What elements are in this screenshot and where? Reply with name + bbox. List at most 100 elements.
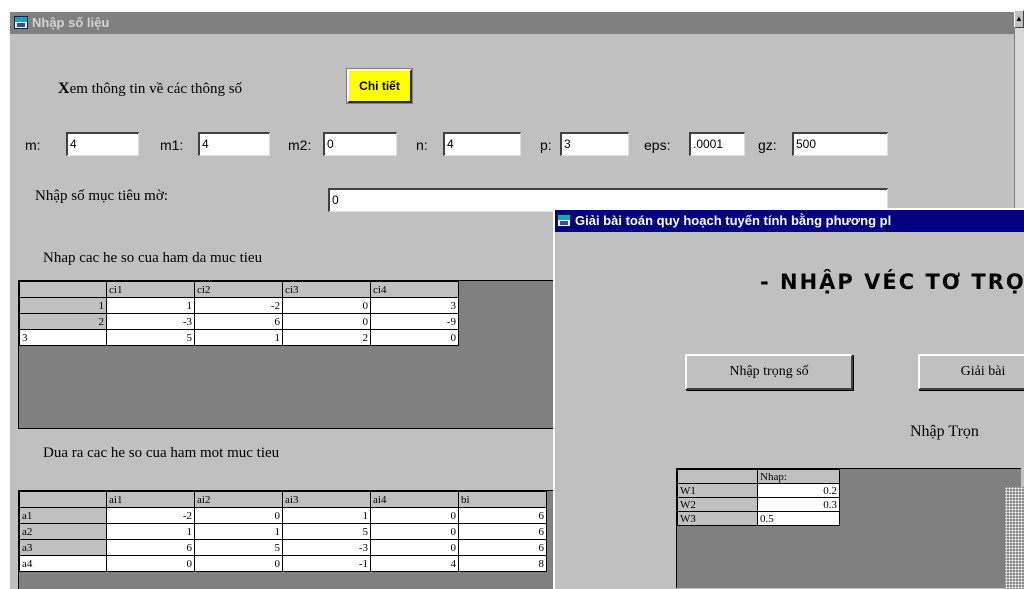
grid-row-header[interactable]: 1	[19, 297, 107, 314]
dialog-resize-grip[interactable]	[1005, 487, 1024, 589]
param-label-m1: m1:	[160, 137, 184, 153]
param-input-m2[interactable]: 0	[323, 132, 397, 156]
grid-cell[interactable]: 0	[370, 507, 459, 524]
grid-cell[interactable]: 0	[282, 313, 371, 330]
weights-table: Nhap: W1 0.2 W2 0.3 W3 0.5	[677, 469, 840, 526]
param-input-m[interactable]: 4	[66, 132, 139, 156]
table-row: a2 1 1 5 0 6	[19, 523, 547, 540]
grid-cell[interactable]: 5	[106, 329, 195, 346]
multi-objective-grid[interactable]: ci1 ci2 ci3 ci4 1 1 -2 0 3 2 -3 6 0 -9 3	[18, 280, 628, 429]
param-input-eps[interactable]: .0001	[689, 132, 745, 156]
grid-cell[interactable]: 1	[106, 297, 195, 314]
multi-objective-label: Nhap cac he so cua ham da muc tieu	[43, 250, 263, 266]
table-row: 2 -3 6 0 -9	[19, 313, 459, 330]
grid-cell[interactable]: 6	[194, 313, 283, 330]
grid-row-header[interactable]: 2	[19, 313, 107, 330]
grid-header-cell: Nhap:	[757, 469, 840, 484]
grid-header-cell: bi	[458, 491, 547, 508]
single-objective-label: Dua ra cac he so cua ham mot muc tieu	[43, 445, 280, 461]
single-objective-table: ai1 ai2 ai3 ai4 bi a1 -2 0 1 0 6 a2 1 1 …	[19, 491, 547, 572]
info-label-initial: X	[58, 80, 70, 97]
grid-cell[interactable]: -3	[282, 539, 371, 556]
table-header-row: ci1 ci2 ci3 ci4	[19, 281, 459, 298]
table-row: a1 -2 0 1 0 6	[19, 507, 547, 524]
grid-cell[interactable]: -1	[282, 555, 371, 572]
grid-cell[interactable]: 8	[458, 555, 547, 572]
grid-cell[interactable]: 5	[282, 523, 371, 540]
grid-header-cell: ai3	[282, 491, 371, 508]
grid-cell[interactable]: 1	[282, 507, 371, 524]
grid-cell[interactable]: 3	[370, 297, 459, 314]
info-label-rest: em thông tin về các thông số	[69, 81, 243, 97]
grid-cell[interactable]: 2	[282, 329, 371, 346]
grid-cell[interactable]: 0	[194, 507, 283, 524]
grid-header-cell: ai1	[106, 491, 195, 508]
table-row: W3 0.5	[677, 511, 840, 526]
table-row: a4 0 0 -1 4 8	[19, 555, 547, 572]
grid-cell[interactable]: 0.3	[757, 497, 840, 512]
grid-cell[interactable]: 0	[106, 555, 195, 572]
param-input-p[interactable]: 3	[560, 132, 629, 156]
param-label-p: p:	[540, 137, 552, 153]
grid-cell[interactable]: 0	[282, 297, 371, 314]
grid-header-cell	[19, 281, 107, 298]
weights-label: Nhập Trọn	[910, 423, 979, 440]
grid-cell[interactable]: 6	[458, 523, 547, 540]
param-label-eps: eps:	[644, 137, 671, 153]
grid-cell[interactable]: 1	[194, 329, 283, 346]
main-title-bar[interactable]: Nhập số liệu	[10, 12, 1014, 34]
grid-cell[interactable]: 0	[370, 523, 459, 540]
param-input-gz[interactable]: 500	[792, 132, 888, 156]
grid-cell[interactable]: 0.2	[757, 483, 840, 498]
single-objective-grid[interactable]: ai1 ai2 ai3 ai4 bi a1 -2 0 1 0 6 a2 1 1 …	[18, 490, 628, 589]
grid-row-header[interactable]: a3	[19, 539, 107, 556]
grid-cell[interactable]: 1	[194, 523, 283, 540]
grid-row-header[interactable]: 3	[19, 329, 107, 346]
grid-cell[interactable]: 5	[194, 539, 283, 556]
grid-cell[interactable]: 0	[370, 539, 459, 556]
table-row: a3 6 5 -3 0 6	[19, 539, 547, 556]
grid-header-cell: ci4	[370, 281, 459, 298]
scroll-up-arrow-icon[interactable]: ▲	[1014, 10, 1024, 28]
param-label-m: m:	[25, 137, 41, 153]
main-title-text: Nhập số liệu	[32, 15, 110, 30]
details-button[interactable]: Chi tiết	[347, 69, 412, 103]
grid-cell[interactable]: 6	[106, 539, 195, 556]
grid-cell[interactable]: -2	[106, 507, 195, 524]
param-label-n: n:	[416, 137, 428, 153]
weights-dialog: Giải bài toán quy hoạch tuyến tính bằng …	[553, 208, 1024, 589]
enter-weights-button[interactable]: Nhập trọng số	[685, 354, 853, 390]
grid-header-cell: ci3	[282, 281, 371, 298]
grid-row-header[interactable]: W3	[677, 511, 758, 526]
grid-row-header[interactable]: a4	[19, 555, 107, 572]
param-input-m1[interactable]: 4	[198, 132, 270, 156]
table-row: 3 5 1 2 0	[19, 329, 459, 346]
table-row: 1 1 -2 0 3	[19, 297, 459, 314]
dialog-title-text: Giải bài toán quy hoạch tuyến tính bằng …	[575, 213, 892, 228]
grid-cell[interactable]: 6	[458, 539, 547, 556]
grid-cell[interactable]: -3	[106, 313, 195, 330]
info-label: Xem thông tin về các thông số	[58, 80, 242, 98]
grid-row-header[interactable]: W1	[677, 483, 758, 498]
weights-grid[interactable]: Nhap: W1 0.2 W2 0.3 W3 0.5	[676, 468, 1021, 588]
multi-objective-table: ci1 ci2 ci3 ci4 1 1 -2 0 3 2 -3 6 0 -9 3	[19, 281, 459, 346]
grid-header-cell: ci2	[194, 281, 283, 298]
grid-cell[interactable]: 0.5	[757, 511, 840, 526]
grid-cell[interactable]: 0	[370, 329, 459, 346]
grid-cell[interactable]: -9	[370, 313, 459, 330]
grid-cell[interactable]: 0	[194, 555, 283, 572]
param-input-n[interactable]: 4	[443, 132, 521, 156]
solve-button[interactable]: Giải bài	[918, 354, 1024, 390]
grid-cell[interactable]: 4	[370, 555, 459, 572]
grid-row-header[interactable]: W2	[677, 497, 758, 512]
window-icon	[14, 16, 28, 29]
grid-cell[interactable]: -2	[194, 297, 283, 314]
table-header-row: Nhap:	[677, 469, 840, 484]
table-row: W2 0.3	[677, 497, 840, 512]
grid-row-header[interactable]: a1	[19, 507, 107, 524]
grid-cell[interactable]: 1	[106, 523, 195, 540]
dialog-title-bar[interactable]: Giải bài toán quy hoạch tuyến tính bằng …	[555, 210, 1024, 232]
grid-row-header[interactable]: a2	[19, 523, 107, 540]
grid-header-cell: ai4	[370, 491, 459, 508]
grid-cell[interactable]: 6	[458, 507, 547, 524]
